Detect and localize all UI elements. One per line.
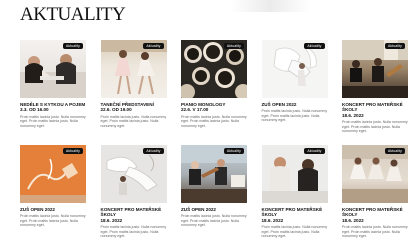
news-card-description: Proin mattis lacinia justo. Nulla nonumm… (261, 225, 328, 239)
news-card-heading: Koncert pro mateřské školy (342, 207, 403, 218)
header-fade (230, 0, 310, 12)
news-card-heading: Koncert pro mateřské školy (100, 207, 162, 218)
news-card[interactable]: Aktuality Taneční představení 22.6. od 1… (100, 40, 167, 133)
news-card[interactable]: Aktuality Neděle s kytkou a pojem 3.3. o… (20, 40, 86, 133)
news-card-description: Proin mattis lacinia justo. Nulla nonumm… (181, 214, 247, 228)
news-card-heading: ZUŠ Open 2022 (20, 207, 55, 212)
news-card-description: Proin mattis lacinia justo. Nulla nonumm… (20, 114, 86, 128)
category-tag: Aktuality (62, 148, 83, 154)
category-tag: Aktuality (62, 43, 83, 49)
category-tag: Aktuality (223, 43, 244, 49)
news-card-heading: Koncert pro mateřské školy (261, 207, 323, 218)
news-card-image[interactable]: Aktuality (100, 145, 167, 203)
news-card-date: 18.6. 2022 (342, 112, 364, 118)
news-card-title[interactable]: Koncert pro mateřské školy 18.6. 2022 (342, 102, 408, 118)
category-tag: Aktuality (143, 43, 164, 49)
category-tag: Aktuality (304, 148, 325, 154)
news-card-description: Proin mattis lacinia justo. Nulla nonumm… (342, 120, 408, 134)
news-card-heading: Koncert pro mateřské školy (342, 102, 403, 113)
news-card-image[interactable]: Aktuality (100, 40, 167, 98)
news-card[interactable]: Aktuality ZUŠ Open 2022 Proin mattis lac… (20, 145, 86, 238)
news-card-date: 18.6. 2022 (342, 217, 364, 223)
news-card-image[interactable]: Aktuality (181, 40, 247, 98)
news-grid-row-1: Aktuality Neděle s kytkou a pojem 3.3. o… (20, 40, 408, 133)
news-card[interactable]: Aktuality ZUŠ Open 2022 Proin mattis lac… (181, 145, 247, 238)
news-card-description: Proin mattis lacinia justo. Nulla nonumm… (100, 225, 167, 239)
news-card[interactable]: Aktuality Koncert pro mateřské školy 18.… (261, 145, 328, 239)
news-card[interactable]: Aktuality Koncert pro mateřské školy 18.… (342, 40, 408, 133)
news-card-image[interactable]: Aktuality (261, 40, 328, 98)
news-card[interactable]: Aktuality ZUŠ Open 2022 Proin mattis lac… (261, 40, 328, 133)
category-tag: Aktuality (384, 43, 405, 49)
news-card-date: 18.6. 2022 (100, 217, 123, 223)
news-card-title[interactable]: Koncert pro mateřské školy 18.6. 2022 (101, 207, 167, 223)
news-card-title[interactable]: Koncert pro mateřské školy 18.6. 2022 (262, 207, 328, 223)
news-card-heading: ZUŠ Open 2022 (181, 207, 216, 212)
news-card-description: Proin mattis lacinia justo. Nulla nonumm… (261, 109, 328, 123)
news-card[interactable]: Aktuality Koncert pro mateřské školy 18.… (100, 145, 167, 239)
news-card[interactable]: Aktuality Koncert pro mateřské školy 18.… (342, 145, 408, 238)
news-card-description: Proin mattis lacinia justo. Nulla nonumm… (100, 114, 167, 128)
category-tag: Aktuality (384, 148, 405, 154)
news-card-title[interactable]: Koncert pro mateřské školy 18.6. 2022 (342, 207, 408, 223)
news-card-title[interactable]: Neděle s kytkou a pojem 3.3. od 16.00 (20, 102, 86, 113)
category-tag: Aktuality (223, 148, 244, 154)
news-card-image[interactable]: Aktuality (261, 145, 328, 203)
news-card-date: 22.6. v 17.00 (181, 107, 209, 113)
category-tag: Aktuality (304, 43, 325, 49)
news-card-title[interactable]: Taneční představení 22.6. od 19.00 (101, 102, 167, 113)
news-card-title[interactable]: Pianio monology 22.6. v 17.00 (181, 102, 247, 113)
news-grid-row-2: Aktuality ZUŠ Open 2022 Proin mattis lac… (20, 145, 408, 238)
news-card-title[interactable]: ZUŠ Open 2022 (181, 207, 247, 212)
news-card-image[interactable]: Aktuality (342, 145, 408, 203)
news-card-title[interactable]: ZUŠ Open 2022 (20, 207, 86, 212)
news-card-description: Proin mattis lacinia justo. Nulla nonumm… (181, 114, 247, 128)
news-card-date: 18.6. 2022 (261, 217, 284, 223)
news-card-title[interactable]: ZUŠ Open 2022 (262, 102, 328, 107)
page-heading: AKTUALITY (20, 4, 126, 25)
news-card-image[interactable]: Aktuality (181, 145, 247, 203)
news-card-date: 22.6. od 19.00 (100, 107, 132, 113)
news-card-image[interactable]: Aktuality (20, 40, 86, 98)
news-card-image[interactable]: Aktuality (342, 40, 408, 98)
category-tag: Aktuality (143, 148, 164, 154)
news-card-description: Proin mattis lacinia justo. Nulla nonumm… (20, 214, 86, 228)
news-card-description: Proin mattis lacinia justo. Nulla nonumm… (342, 225, 408, 239)
news-card-image[interactable]: Aktuality (20, 145, 86, 203)
news-card[interactable]: Aktuality Pianio monology 22.6. v 17.00 … (181, 40, 247, 133)
news-card-date: 3.3. od 16.00 (20, 107, 49, 113)
news-card-heading: ZUŠ Open 2022 (261, 102, 297, 107)
